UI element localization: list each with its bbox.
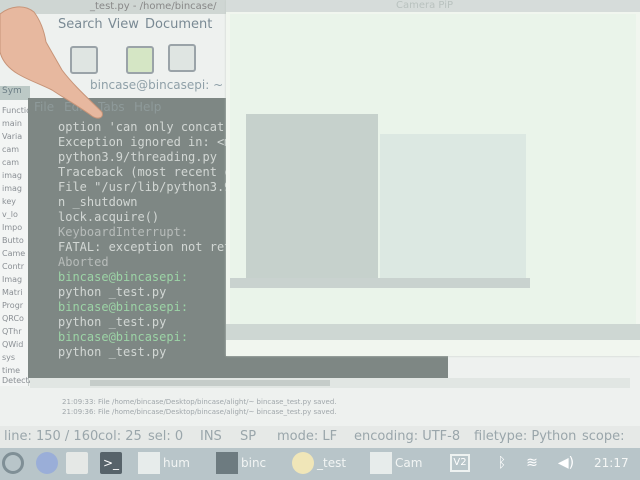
terminal-line: python _test.py bbox=[58, 315, 167, 329]
editor-statusbar: line: 150 / 160 col: 25 sel: 0 INS SP mo… bbox=[0, 426, 640, 448]
taskbar: >_ hum binc _test Cam V2 ᛒ ≋ ◀) 21:17 bbox=[0, 448, 640, 480]
status-encoding: encoding: UTF-8 bbox=[354, 429, 461, 444]
sidebar-item[interactable]: main bbox=[2, 119, 28, 128]
menu-search[interactable]: Search bbox=[58, 17, 103, 32]
terminal-line: Aborted bbox=[58, 255, 109, 269]
terminal-line: python3.9/threading.py bbox=[58, 150, 217, 164]
sidebar-item[interactable]: imag bbox=[2, 171, 28, 180]
taskbar-item[interactable]: _test bbox=[292, 452, 346, 478]
camera-window: Camera PiP bbox=[226, 0, 640, 356]
window-icon bbox=[370, 452, 392, 474]
sidebar-item[interactable]: Imag bbox=[2, 275, 28, 284]
sidebar-item[interactable]: sys bbox=[2, 353, 28, 362]
terminal-line: File "/usr/lib/python3.9 bbox=[58, 180, 232, 194]
bluetooth-icon[interactable]: ᛒ bbox=[492, 454, 512, 472]
terminal-line: python _test.py bbox=[58, 345, 167, 359]
terminal-line: option 'can only concat bbox=[58, 120, 225, 134]
sidebar-item[interactable]: Function bbox=[2, 106, 28, 115]
taskbar-item[interactable]: hum bbox=[138, 452, 190, 478]
sidebar-item[interactable]: QRCo bbox=[2, 314, 28, 323]
open-file-icon[interactable] bbox=[70, 46, 98, 74]
folder-icon bbox=[138, 452, 160, 474]
terminal-line: lock.acquire() bbox=[58, 210, 160, 224]
horizontal-scrollbar[interactable] bbox=[30, 378, 630, 388]
sidebar-item[interactable]: Butto bbox=[2, 236, 28, 245]
camera-titlebar: Camera PiP bbox=[226, 0, 640, 12]
sidebar-item[interactable]: v_lo bbox=[2, 210, 28, 219]
camera-feed bbox=[230, 14, 636, 324]
sidebar-item[interactable]: Impo bbox=[2, 223, 28, 232]
status-line: line: 150 / 160 bbox=[4, 429, 99, 444]
python-icon bbox=[292, 452, 314, 474]
terminal-launch-icon[interactable]: >_ bbox=[100, 452, 122, 474]
sidebar-item[interactable]: imag bbox=[2, 184, 28, 193]
taskbar-item[interactable]: binc bbox=[216, 452, 266, 478]
status-scope: scope: bbox=[582, 429, 625, 444]
feed-bar bbox=[230, 278, 530, 288]
terminal-prompt: bincase@bincasepi: bbox=[58, 270, 189, 284]
sidebar-item[interactable]: QThr bbox=[2, 327, 28, 336]
terminal-icon bbox=[216, 452, 238, 474]
terminal-line: KeyboardInterrupt: bbox=[58, 225, 189, 239]
terminal-menu-edit[interactable]: Edit bbox=[64, 100, 87, 114]
sidebar-item[interactable]: QWid bbox=[2, 340, 28, 349]
status-mode: mode: LF bbox=[277, 429, 338, 444]
sidebar-item[interactable]: Varia bbox=[2, 132, 28, 141]
volume-icon[interactable]: ◀) bbox=[556, 454, 576, 472]
sidebar-item[interactable]: cam bbox=[2, 158, 28, 167]
terminal-title: bincase@bincasepi: ~ bbox=[90, 78, 224, 92]
status-filetype: filetype: Python bbox=[474, 429, 577, 444]
menu-icon[interactable] bbox=[2, 452, 24, 474]
terminal-line: python _test.py bbox=[58, 285, 167, 299]
sidebar-item[interactable]: key bbox=[2, 197, 28, 206]
vnc-icon[interactable]: V2 bbox=[450, 454, 470, 472]
sidebar-item[interactable]: Progr bbox=[2, 301, 28, 310]
sidebar-item[interactable]: cam bbox=[2, 145, 28, 154]
terminal-menubar: File Edit Tabs Help bbox=[28, 100, 228, 116]
status-sel: sel: 0 bbox=[148, 429, 184, 444]
save-icon[interactable] bbox=[126, 46, 154, 74]
symbol-sidebar: Sym Function main Varia cam cam imag ima… bbox=[0, 86, 62, 386]
terminal-menu-tabs[interactable]: Tabs bbox=[98, 100, 125, 114]
terminal-menu-file[interactable]: File bbox=[34, 100, 54, 114]
message-line: 21:09:33: File /home/bincase/Desktop/bin… bbox=[62, 398, 337, 406]
camera-title: Camera PiP bbox=[396, 0, 454, 11]
terminal-prompt: bincase@bincasepi: bbox=[58, 300, 189, 314]
feed-shadow bbox=[246, 114, 378, 284]
scrollbar-thumb[interactable] bbox=[90, 380, 330, 386]
status-sp: SP bbox=[240, 429, 257, 444]
sidebar-item[interactable]: time bbox=[2, 366, 28, 375]
save-all-icon[interactable] bbox=[168, 44, 196, 72]
sidebar-item[interactable]: Came bbox=[2, 249, 28, 258]
sidebar-item[interactable]: Matri bbox=[2, 288, 28, 297]
terminal-line: Traceback (most recent cal bbox=[58, 165, 246, 179]
menu-document[interactable]: Document bbox=[145, 17, 212, 32]
tab-symbols[interactable]: Sym bbox=[0, 86, 30, 100]
taskbar-item[interactable]: Cam bbox=[370, 452, 422, 478]
terminal-prompt: bincase@bincasepi: bbox=[58, 330, 189, 344]
browser-icon[interactable] bbox=[36, 452, 58, 474]
status-col: col: 25 bbox=[98, 429, 142, 444]
editor-title: _test.py - /home/bincase/ bbox=[90, 1, 217, 12]
camera-statusbar bbox=[226, 324, 640, 340]
terminal-line: FATAL: exception not rethr bbox=[58, 240, 246, 254]
terminal-line: n _shutdown bbox=[58, 195, 138, 209]
menu-view[interactable]: View bbox=[108, 17, 139, 32]
sidebar-item[interactable]: Contr bbox=[2, 262, 28, 271]
clock: 21:17 bbox=[594, 456, 629, 470]
file-manager-icon[interactable] bbox=[66, 452, 88, 474]
status-ins: INS bbox=[200, 429, 222, 444]
message-line: 21:09:36: File /home/bincase/Desktop/bin… bbox=[62, 408, 337, 416]
terminal-line: Exception ignored in: <m bbox=[58, 135, 232, 149]
wifi-icon[interactable]: ≋ bbox=[522, 454, 542, 472]
terminal-menu-help[interactable]: Help bbox=[134, 100, 161, 114]
terminal-titlebar: bincase@bincasepi: ~ bbox=[28, 78, 228, 94]
feed-region bbox=[380, 134, 526, 284]
